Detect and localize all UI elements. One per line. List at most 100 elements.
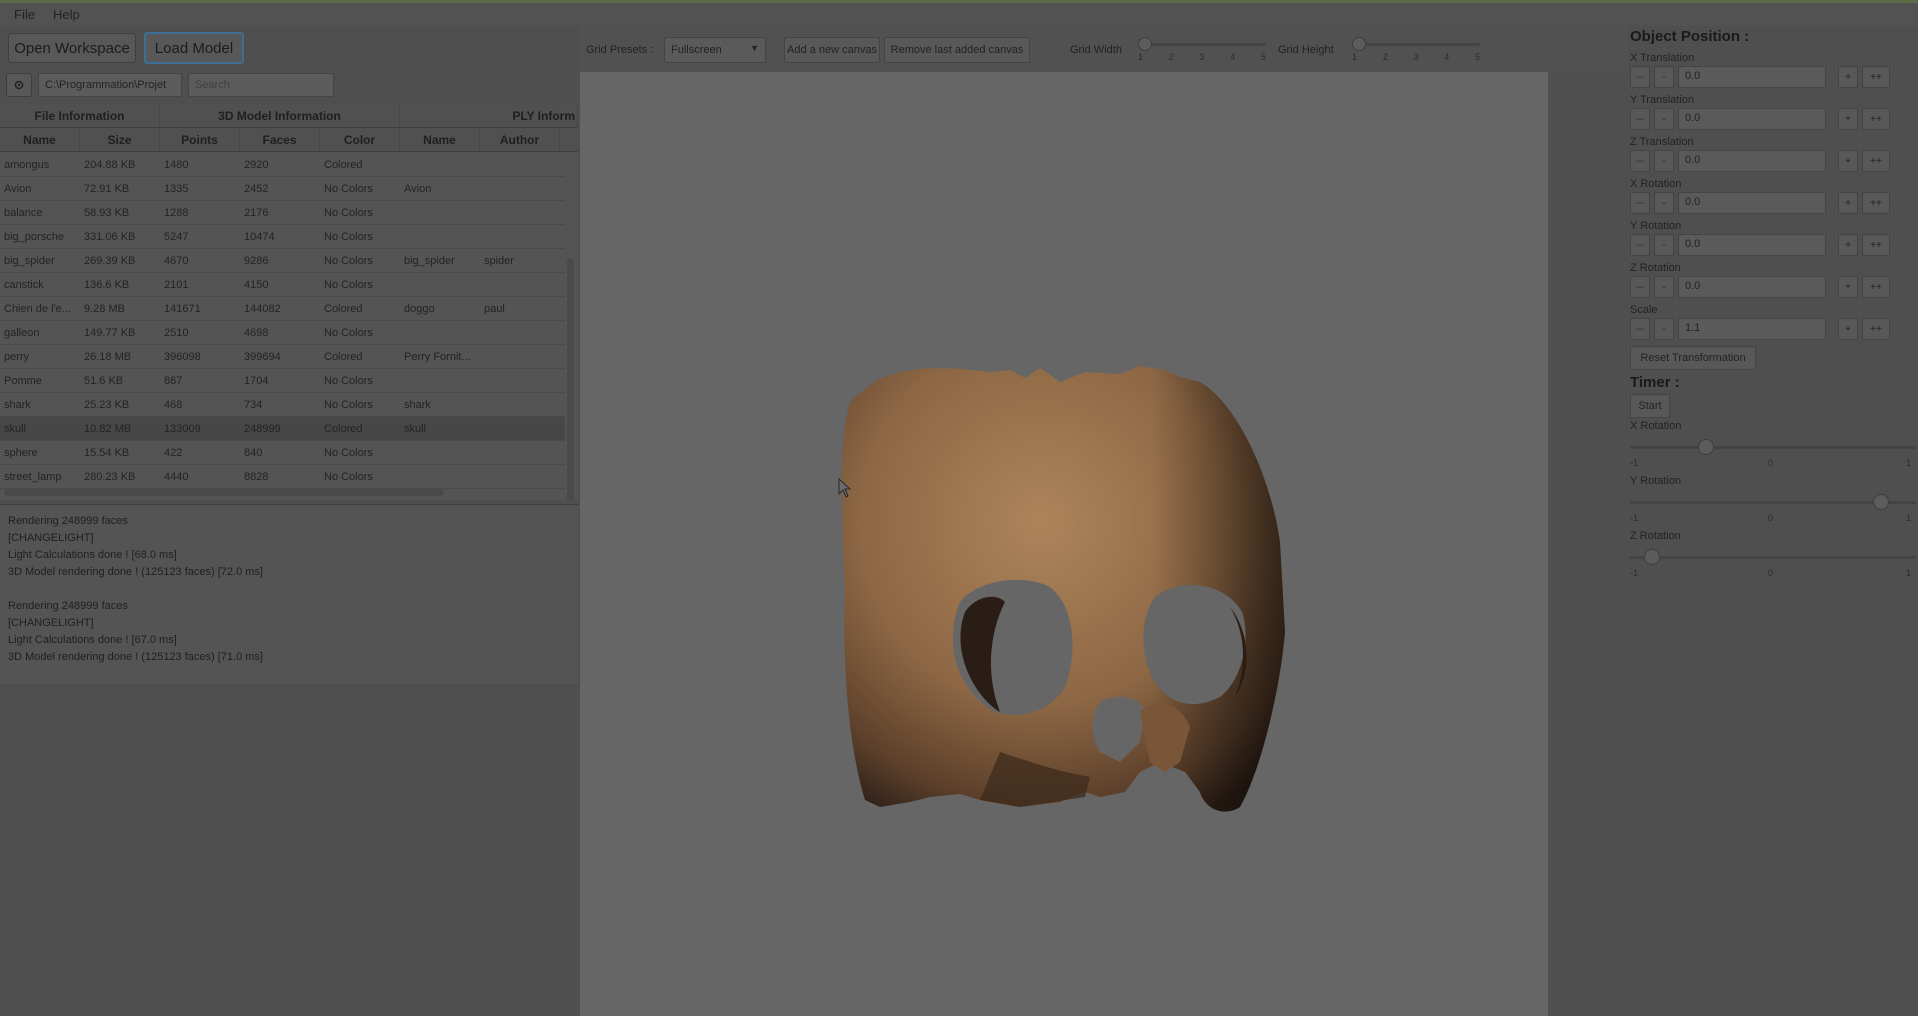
timer-rotation-slider[interactable]: -1 0 1 [1630,546,1916,580]
add-canvas-button[interactable]: Add a new canvas [784,37,880,63]
grid-width-slider[interactable]: 1 2 3 4 5 [1138,32,1266,62]
table-row[interactable]: shark 25.23 KB 468 734 No Colors shark [0,393,565,417]
timer-start-button[interactable]: Start [1630,394,1670,418]
increment-button[interactable]: + [1838,66,1858,88]
col-ply-name[interactable]: Name [400,128,480,151]
slider-tick-label: -1 [1630,568,1639,578]
table-row[interactable]: Pomme 51.6 KB 867 1704 No Colors [0,369,565,393]
col-name[interactable]: Name [0,128,80,151]
decrement-large-button[interactable]: -- [1630,108,1650,130]
increment-large-button[interactable]: ++ [1862,318,1890,340]
increment-button[interactable]: + [1838,234,1858,256]
chevron-down-icon: ▼ [750,43,759,53]
value-input[interactable]: 0.0 [1678,276,1826,298]
table-row[interactable]: skull 10.82 MB 133009 248999 Colored skull [0,417,565,441]
cell-color: No Colors [324,446,373,459]
increment-large-button[interactable]: ++ [1862,192,1890,214]
cell-name: Avion [4,182,32,195]
table-row[interactable]: canstick 136.6 KB 2101 4150 No Colors [0,273,565,297]
grid-presets-select[interactable]: Fullscreen ▼ [664,37,766,63]
increment-button[interactable]: + [1838,318,1858,340]
table-row[interactable]: street_lamp 280.23 KB 4440 8828 No Colors [0,465,565,489]
decrement-large-button[interactable]: -- [1630,276,1650,298]
timer-rotation-slider[interactable]: -1 0 1 [1630,491,1916,525]
decrement-button[interactable]: - [1654,192,1674,214]
table-row[interactable]: big_porsche 331.06 KB 5247 10474 No Colors [0,225,565,249]
table-row[interactable]: big_spider 269.39 KB 4670 9286 No Colors big_… [0,249,565,273]
console-line: Rendering 248999 faces [8,600,128,612]
table-vertical-scrollbar[interactable] [567,258,574,500]
decrement-button[interactable]: - [1654,150,1674,172]
slider-tick-label: -1 [1630,513,1639,523]
col-author[interactable]: Author [480,128,560,151]
path-field[interactable] [38,73,182,97]
grid-height-ticks: 1 2 3 4 5 [1352,52,1480,62]
col-color[interactable]: Color [320,128,400,151]
timer-rotation-slider[interactable]: -1 0 1 [1630,436,1916,470]
model-table: File Information 3D Model Information PL… [0,104,578,500]
increment-large-button[interactable]: ++ [1862,66,1890,88]
table-row[interactable]: sphere 15.54 KB 422 840 No Colors [0,441,565,465]
table-row[interactable]: balance 58.93 KB 1288 2176 No Colors [0,201,565,225]
increment-large-button[interactable]: ++ [1862,150,1890,172]
table-row[interactable]: Chien de l'e... 9.28 MB 141671 144082 Colore… [0,297,565,321]
grid-height-thumb[interactable] [1352,37,1366,51]
settings-icon[interactable] [6,73,32,97]
decrement-large-button[interactable]: -- [1630,192,1650,214]
cell-name: canstick [4,278,44,291]
decrement-button[interactable]: - [1654,318,1674,340]
increment-button[interactable]: + [1838,150,1858,172]
decrement-button[interactable]: - [1654,276,1674,298]
reset-transformation-button[interactable]: Reset Transformation [1630,346,1756,370]
col-size[interactable]: Size [80,128,160,151]
decrement-large-button[interactable]: -- [1630,318,1650,340]
cell-faces: 2176 [244,206,269,219]
grid-width-thumb[interactable] [1138,37,1152,51]
load-model-button[interactable]: Load Model [144,32,244,64]
cell-faces: 144082 [244,302,281,315]
cell-points: 2510 [164,326,189,339]
table-horizontal-scrollbar[interactable] [4,489,444,496]
field-label: Y Translation [1630,94,1695,106]
table-row[interactable]: amongus 204.88 KB 1480 2920 Colored [0,153,565,177]
value-input[interactable]: 0.0 [1678,234,1826,256]
menu-help[interactable]: Help [53,7,80,22]
slider-tick-label: 5 [1260,52,1266,62]
decrement-button[interactable]: - [1654,108,1674,130]
search-input[interactable] [188,73,334,97]
increment-button[interactable]: + [1838,192,1858,214]
increment-button[interactable]: + [1838,108,1858,130]
open-workspace-button[interactable]: Open Workspace [8,33,136,63]
render-canvas[interactable] [580,72,1548,1016]
decrement-large-button[interactable]: -- [1630,150,1650,172]
col-points[interactable]: Points [160,128,240,151]
value-input[interactable]: 0.0 [1678,108,1826,130]
cell-points: 1288 [164,206,189,219]
decrement-large-button[interactable]: -- [1630,66,1650,88]
slider-thumb[interactable] [1643,549,1660,565]
value-input[interactable]: 0.0 [1678,66,1826,88]
decrement-large-button[interactable]: -- [1630,234,1650,256]
decrement-button[interactable]: - [1654,234,1674,256]
table-row[interactable]: Avion 72.91 KB 1335 2452 No Colors Avion [0,177,565,201]
mouse-cursor-icon [838,478,852,498]
slider-thumb[interactable] [1873,494,1889,510]
cell-pname: doggo [404,302,435,315]
value-input[interactable]: 1.1 [1678,318,1826,340]
table-row[interactable]: galleon 149.77 KB 2510 4698 No Colors [0,321,565,345]
value-input[interactable]: 0.0 [1678,150,1826,172]
grid-height-slider[interactable]: 1 2 3 4 5 [1352,32,1480,62]
table-row[interactable]: perry 26.18 MB 396098 399694 Colored Perry Fo… [0,345,565,369]
increment-large-button[interactable]: ++ [1862,276,1890,298]
col-faces[interactable]: Faces [240,128,320,151]
slider-tick-label: 3 [1413,52,1419,62]
field-label: Scale [1630,304,1658,316]
decrement-button[interactable]: - [1654,66,1674,88]
slider-thumb[interactable] [1697,439,1714,455]
menu-file[interactable]: File [14,7,35,22]
value-input[interactable]: 0.0 [1678,192,1826,214]
increment-large-button[interactable]: ++ [1862,108,1890,130]
remove-canvas-button[interactable]: Remove last added canvas [884,37,1030,63]
increment-button[interactable]: + [1838,276,1858,298]
increment-large-button[interactable]: ++ [1862,234,1890,256]
